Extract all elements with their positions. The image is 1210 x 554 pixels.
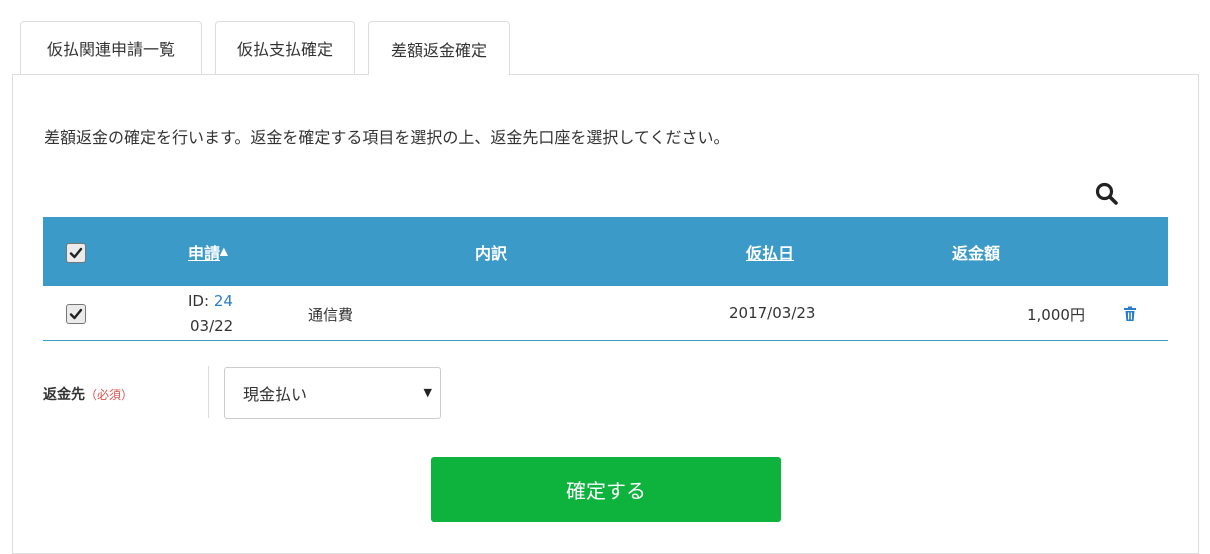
breakdown-cell: 通信費 [308,306,354,324]
refund-destination-label: 返金先（必須） [43,384,133,404]
refund-destination-label-text: 返金先 [43,387,85,403]
column-header-application-label: 申請 [188,243,221,263]
column-header-advance-date[interactable]: 仮払日 [746,217,794,286]
tab-advance-applications[interactable]: 仮払関連申請一覧 [20,21,202,74]
trash-icon[interactable] [1123,306,1137,322]
tab-advance-payment-confirm[interactable]: 仮払支払確定 [215,21,355,74]
checkmark-icon [69,308,83,320]
application-id: ID: 24 [188,292,233,310]
tab-label: 仮払関連申請一覧 [46,40,175,59]
application-date: 03/22 [190,317,234,335]
row-checkbox[interactable] [66,304,86,324]
column-header-application[interactable]: 申請 ▲ [188,217,228,286]
sort-asc-icon: ▲ [220,246,228,257]
table-header: 申請 ▲ 内訳 仮払日 返金額 [43,217,1168,286]
column-header-refund-amount: 返金額 [952,243,1001,263]
confirm-button[interactable]: 確定する [431,457,781,522]
select-value: 現金払い [243,385,308,404]
id-label: ID: [188,292,210,310]
dropdown-arrow-icon: ▼ [423,386,432,399]
tab-refund-confirm[interactable]: 差額返金確定 [368,21,510,75]
search-icon[interactable] [1094,181,1120,207]
required-indicator: （必須） [85,388,134,402]
tab-label: 差額返金確定 [390,40,487,60]
page-description: 差額返金の確定を行います。返金を確定する項目を選択の上、返金先口座を選択してくだ… [44,128,730,147]
checkmark-icon [69,247,83,259]
application-id-link[interactable]: 24 [214,292,233,310]
tab-label: 仮払支払確定 [236,40,333,59]
refund-destination-select[interactable]: 現金払い ▼ [224,367,441,419]
form-divider [208,366,209,418]
select-all-checkbox[interactable] [66,243,86,263]
table-row: ID: 24 03/22 通信費 2017/03/23 1,000円 [43,286,1168,341]
refund-amount-cell: 1,000円 [1027,306,1085,324]
advance-date-cell: 2017/03/23 [729,304,816,322]
confirm-button-label: 確定する [566,479,646,503]
column-header-breakdown: 内訳 [475,243,508,263]
